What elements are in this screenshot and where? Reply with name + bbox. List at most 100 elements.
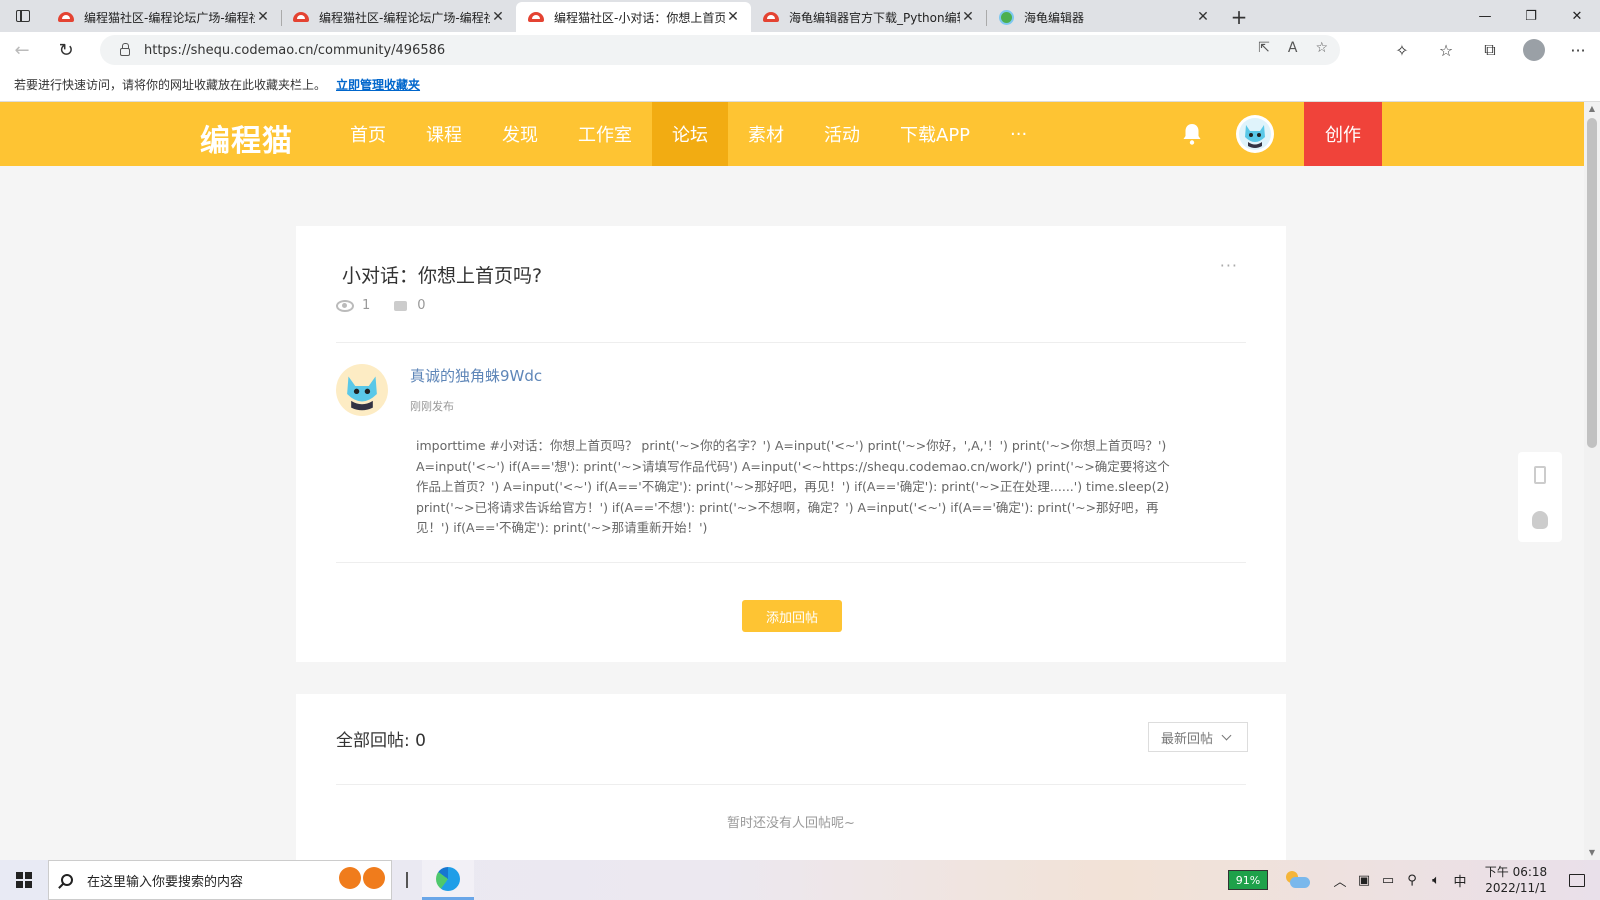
restore-button[interactable]: ❐: [1508, 0, 1554, 32]
codemao-icon: [528, 9, 544, 25]
close-icon[interactable]: ✕: [1195, 9, 1211, 25]
scroll-thumb[interactable]: [1587, 118, 1597, 448]
nav-item-events[interactable]: 活动: [804, 102, 880, 166]
browser-tab[interactable]: 编程猫社区-编程论坛广场-编程社 ✕: [46, 2, 281, 32]
close-icon[interactable]: ✕: [490, 9, 506, 25]
start-button[interactable]: [0, 860, 48, 900]
tab-actions-icon: [16, 9, 30, 22]
qq-icon: [1532, 510, 1548, 529]
scroll-down-icon[interactable]: ▼: [1584, 846, 1600, 860]
scroll-up-icon[interactable]: ▲: [1584, 102, 1600, 116]
site-logo[interactable]: 编程猫: [200, 116, 293, 160]
tab-title: 海龟编辑器官方下载_Python编辑: [789, 10, 960, 25]
battery-icon[interactable]: ▭: [1376, 873, 1400, 888]
close-icon[interactable]: ✕: [255, 9, 271, 25]
taskbar-search[interactable]: 在这里输入你要搜索的内容: [48, 860, 392, 900]
close-icon[interactable]: ✕: [725, 9, 741, 25]
browser-tab[interactable]: 编程猫社区-编程论坛广场-编程社 ✕: [281, 2, 516, 32]
mobile-button[interactable]: [1518, 452, 1562, 497]
notification-button[interactable]: [1554, 860, 1600, 900]
page-scrollbar[interactable]: ▲ ▼: [1584, 102, 1600, 860]
clock-date: 2022/11/1: [1485, 881, 1547, 895]
divider: [336, 562, 1246, 563]
side-tools: [1518, 452, 1562, 542]
chevron-up-icon[interactable]: ︿: [1328, 871, 1352, 890]
search-icon: [61, 874, 73, 886]
post-stats: 1 0: [336, 298, 426, 313]
windows-icon: [16, 872, 32, 888]
avatar-mascot-icon: [347, 376, 377, 411]
empty-replies-text: 暂时还没有人回帖呢~: [727, 816, 855, 831]
browser-tab[interactable]: 海龟编辑器官方下载_Python编辑 ✕: [751, 2, 986, 32]
extensions-icon[interactable]: ✧: [1380, 41, 1424, 60]
tab-actions-button[interactable]: [0, 0, 46, 32]
network-icon[interactable]: ⚲: [1400, 873, 1424, 888]
add-reply-button[interactable]: 添加回帖: [742, 600, 842, 632]
lock-icon: [120, 43, 130, 56]
tab-title: 编程猫社区-编程论坛广场-编程社: [319, 10, 490, 25]
profile-avatar[interactable]: [1523, 39, 1545, 61]
nav-item-discover[interactable]: 发现: [482, 102, 558, 166]
manage-favorites-link[interactable]: 立即管理收藏夹: [336, 76, 420, 93]
nav-item-download-app[interactable]: 下载APP: [880, 102, 990, 166]
tab-title: 编程猫社区-编程论坛广场-编程社: [84, 10, 255, 25]
post-card: 小对话：你想上首页吗? ··· 1 0 真诚的独角蛛9Wdc 刚刚发布 impo…: [296, 226, 1286, 662]
address-bar[interactable]: https://shequ.codemao.cn/community/49658…: [100, 35, 1340, 65]
sort-label: 最新回帖: [1161, 731, 1214, 747]
task-view-icon[interactable]: [406, 872, 408, 888]
nav-item-forum[interactable]: 论坛: [652, 102, 728, 166]
nav-item-home[interactable]: 首页: [330, 102, 406, 166]
author-avatar[interactable]: [336, 364, 388, 416]
user-avatar[interactable]: [1236, 115, 1274, 153]
new-tab-button[interactable]: +: [1221, 2, 1257, 32]
codemao-icon: [58, 9, 74, 25]
create-button[interactable]: 创作: [1304, 102, 1382, 166]
more-menu-icon[interactable]: ···: [1556, 41, 1600, 60]
display-icon[interactable]: ▣: [1352, 873, 1376, 888]
ime-indicator[interactable]: 中: [1448, 871, 1472, 890]
nav-item-studio[interactable]: 工作室: [558, 102, 652, 166]
divider: [336, 342, 1246, 343]
phone-icon: [1534, 465, 1546, 484]
sort-dropdown[interactable]: 最新回帖: [1148, 722, 1248, 752]
battery-indicator[interactable]: 91%: [1228, 870, 1268, 890]
chevron-down-icon: [1221, 730, 1232, 740]
post-more-icon[interactable]: ···: [1220, 256, 1238, 275]
post-body: importtime #小对话：你想上首页吗？ print('~>你的名字？')…: [416, 438, 1170, 536]
avatar-mascot-icon: [1239, 118, 1271, 150]
browser-tab-active[interactable]: 编程猫社区-小对话：你想上首页 ✕: [516, 2, 751, 32]
tab-title: 编程猫社区-小对话：你想上首页: [554, 10, 725, 25]
replies-title: 全部回帖: 0: [336, 731, 426, 751]
url-text: https://shequ.codemao.cn/community/49658…: [144, 42, 446, 58]
codemao-icon: [293, 9, 309, 25]
favorites-icon[interactable]: ☆: [1424, 41, 1468, 60]
bell-icon[interactable]: [1180, 122, 1204, 146]
favorites-bar: 若要进行快速访问，请将你的网址收藏放在此收藏夹栏上。 立即管理收藏夹: [0, 68, 1600, 102]
refresh-button[interactable]: ↻: [44, 32, 88, 68]
comments-count: 0: [417, 298, 426, 313]
author-name[interactable]: 真诚的独角蛛9Wdc: [410, 365, 542, 386]
add-favorite-icon[interactable]: ☆: [1315, 40, 1328, 56]
qq-button[interactable]: [1518, 497, 1562, 542]
weather-icon[interactable]: [1284, 871, 1310, 889]
taskbar-edge-button[interactable]: [422, 860, 474, 900]
open-in-app-icon[interactable]: ⇱: [1258, 40, 1270, 56]
clock-time: 下午 06:18: [1484, 865, 1548, 879]
browser-toolbar: ← ↻ https://shequ.codemao.cn/community/4…: [0, 32, 1600, 68]
back-button[interactable]: ←: [0, 32, 44, 68]
nav-more-icon[interactable]: ···: [990, 102, 1047, 166]
minimize-button[interactable]: —: [1462, 0, 1508, 32]
read-aloud-icon[interactable]: A: [1288, 40, 1298, 56]
favorites-message: 若要进行快速访问，请将你的网址收藏放在此收藏夹栏上。: [14, 78, 327, 92]
volume-icon[interactable]: 🔈︎: [1424, 873, 1448, 888]
windows-taskbar: 在这里输入你要搜索的内容 91% ︿ ▣ ▭ ⚲ 🔈︎ 中 下午 06:18 2…: [0, 860, 1600, 900]
clock[interactable]: 下午 06:18 2022/11/1: [1478, 864, 1554, 896]
browser-tab-strip: 编程猫社区-编程论坛广场-编程社 ✕ 编程猫社区-编程论坛广场-编程社 ✕ 编程…: [0, 0, 1600, 32]
edge-icon: [436, 866, 460, 891]
nav-item-assets[interactable]: 素材: [728, 102, 804, 166]
nav-item-courses[interactable]: 课程: [406, 102, 482, 166]
collections-icon[interactable]: ⧉: [1468, 40, 1512, 60]
window-close-button[interactable]: ✕: [1554, 0, 1600, 32]
browser-tab[interactable]: 海龟编辑器 ✕: [986, 2, 1221, 32]
close-icon[interactable]: ✕: [960, 9, 976, 25]
